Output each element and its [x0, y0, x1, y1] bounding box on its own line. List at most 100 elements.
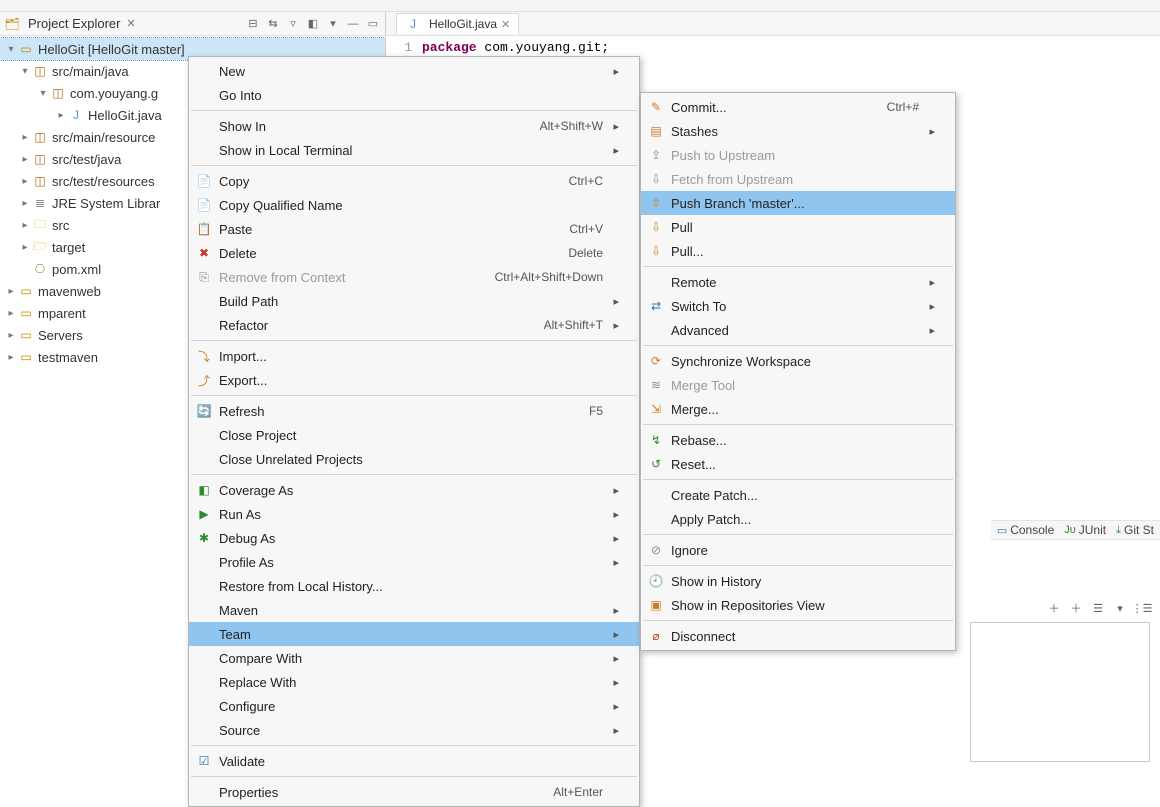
filter-icon[interactable]: ▿ [285, 16, 301, 32]
menu-item-refactor[interactable]: RefactorAlt+Shift+T▸ [189, 313, 639, 337]
tree-item-label: testmaven [38, 350, 98, 365]
chevron-right-icon[interactable]: ▸ [4, 286, 18, 297]
menu-item-go-into[interactable]: Go Into [189, 83, 639, 107]
menu-item-profile-as[interactable]: Profile As▸ [189, 550, 639, 574]
menu-item-disconnect[interactable]: ⌀Disconnect [641, 624, 955, 648]
menu-item-synchronize-workspace[interactable]: ⟳Synchronize Workspace [641, 349, 955, 373]
menu-item-create-patch[interactable]: Create Patch... [641, 483, 955, 507]
chevron-right-icon[interactable]: ▸ [4, 352, 18, 363]
collapse-all-icon[interactable]: ⊟ [245, 16, 261, 32]
list-icon[interactable]: ☰ [1090, 600, 1106, 616]
menu-item-delete[interactable]: ✖DeleteDelete [189, 241, 639, 265]
add2-icon[interactable]: ＋ [1068, 600, 1084, 616]
chevron-down-icon[interactable]: ▾ [36, 88, 50, 99]
menu-item-copy[interactable]: 📄CopyCtrl+C [189, 169, 639, 193]
blank-icon [195, 427, 213, 443]
chevron-right-icon[interactable]: ▸ [54, 110, 68, 121]
chevron-right-icon[interactable]: ▸ [18, 176, 32, 187]
tab-junit[interactable]: Jᴜ JUnit [1064, 523, 1106, 537]
view-menu-icon[interactable]: ▾ [325, 16, 341, 32]
menu-item-advanced[interactable]: Advanced▸ [641, 318, 955, 342]
menu-item-commit[interactable]: ✎Commit...Ctrl+# [641, 95, 955, 119]
close-icon[interactable]: ✕ [126, 17, 135, 30]
chevron-right-icon[interactable]: ▸ [18, 154, 32, 165]
menu-item-show-in-local-terminal[interactable]: Show in Local Terminal▸ [189, 138, 639, 162]
menu-item-export[interactable]: ⤴Export... [189, 368, 639, 392]
menu-item-properties[interactable]: PropertiesAlt+Enter [189, 780, 639, 804]
menu-item-replace-with[interactable]: Replace With▸ [189, 670, 639, 694]
menu-item-label: Copy [219, 174, 563, 189]
menu-item-push-branch-master[interactable]: ⇧Push Branch 'master'... [641, 191, 955, 215]
menu-item-apply-patch[interactable]: Apply Patch... [641, 507, 955, 531]
menu-item-new[interactable]: New▸ [189, 59, 639, 83]
menu-item-maven[interactable]: Maven▸ [189, 598, 639, 622]
menu-item-close-project[interactable]: Close Project [189, 423, 639, 447]
menu-item-build-path[interactable]: Build Path▸ [189, 289, 639, 313]
chevron-right-icon[interactable]: ▸ [18, 220, 32, 231]
ignore-icon: ⊘ [647, 542, 665, 558]
close-icon[interactable]: ✕ [501, 18, 510, 31]
folder-icon: 🗀 [32, 217, 48, 233]
menu-item-refresh[interactable]: 🔄RefreshF5 [189, 399, 639, 423]
menu-item-copy-qualified-name[interactable]: 📄Copy Qualified Name [189, 193, 639, 217]
chevron-right-icon[interactable]: ▸ [18, 132, 32, 143]
menu-item-reset[interactable]: ↺Reset... [641, 452, 955, 476]
menu-item-team[interactable]: Team▸ [189, 622, 639, 646]
menu-item-label: Validate [219, 754, 603, 769]
menu-item-pull[interactable]: ⇩Pull [641, 215, 955, 239]
menu-item-accelerator: Alt+Shift+T [544, 318, 603, 332]
menu-item-import[interactable]: ⤵Import... [189, 344, 639, 368]
tree-item-label: JRE System Librar [52, 196, 160, 211]
tree-item-label: com.youyang.g [70, 86, 158, 101]
menu-item-validate[interactable]: ☑Validate [189, 749, 639, 773]
context-menu[interactable]: New▸Go Into Show InAlt+Shift+W▸Show in Lo… [188, 56, 640, 807]
coverage-icon: ◧ [195, 482, 213, 498]
menu-separator [191, 776, 637, 777]
team-submenu[interactable]: ✎Commit...Ctrl+#▤Stashes▸⇪Push to Upstre… [640, 92, 956, 651]
chevron-right-icon[interactable]: ▸ [18, 198, 32, 209]
add-icon[interactable]: ＋ [1046, 600, 1062, 616]
menu-item-label: Close Project [219, 428, 603, 443]
menu-item-ignore[interactable]: ⊘ Ignore [641, 538, 955, 562]
chevron-down-icon[interactable]: ▾ [4, 44, 18, 55]
menu-item-configure[interactable]: Configure▸ [189, 694, 639, 718]
menu-item-close-unrelated-projects[interactable]: Close Unrelated Projects [189, 447, 639, 471]
list2-icon[interactable]: ⋮☰ [1134, 600, 1150, 616]
submenu-arrow-icon: ▸ [609, 65, 619, 78]
menu-item-show-in-history[interactable]: 🕘Show in History [641, 569, 955, 593]
menu-item-stashes[interactable]: ▤Stashes▸ [641, 119, 955, 143]
chevron-right-icon[interactable]: ▸ [4, 330, 18, 341]
menu-item-compare-with[interactable]: Compare With▸ [189, 646, 639, 670]
staging-panel[interactable] [970, 622, 1150, 762]
menu-item-source[interactable]: Source▸ [189, 718, 639, 742]
link-editor-icon[interactable]: ⇆ [265, 16, 281, 32]
chevron-down-icon[interactable]: ▾ [18, 66, 32, 77]
project-explorer-tab[interactable]: 🗂 Project Explorer ✕ [4, 16, 142, 32]
menu-item-rebase[interactable]: ↯Rebase... [641, 428, 955, 452]
menu-item-run-as[interactable]: ▶Run As▸ [189, 502, 639, 526]
menu-item-debug-as[interactable]: ✱Debug As▸ [189, 526, 639, 550]
editor-body[interactable]: 1 package com.youyang.git; [386, 36, 1160, 55]
menu-item-paste[interactable]: 📋PasteCtrl+V [189, 217, 639, 241]
menu-item-show-in[interactable]: Show InAlt+Shift+W▸ [189, 114, 639, 138]
focus-icon[interactable]: ◧ [305, 16, 321, 32]
dropdown-icon[interactable]: ▾ [1112, 600, 1128, 616]
copy-icon: 📄 [195, 197, 213, 213]
minimize-icon[interactable]: — [345, 16, 361, 32]
menu-item-pull[interactable]: ⇩Pull... [641, 239, 955, 263]
maximize-icon[interactable]: ▭ [365, 16, 381, 32]
menu-item-restore-from-local-history[interactable]: Restore from Local History... [189, 574, 639, 598]
chevron-right-icon[interactable]: ▸ [18, 242, 32, 253]
menu-item-show-in-repositories-view[interactable]: ▣Show in Repositories View [641, 593, 955, 617]
menu-item-merge[interactable]: ⇲Merge... [641, 397, 955, 421]
chevron-right-icon[interactable]: ▸ [4, 308, 18, 319]
tab-console[interactable]: ▭ Console [997, 523, 1054, 537]
menu-item-label: Ignore [671, 543, 919, 558]
editor-tab-hellogit[interactable]: J HelloGit.java ✕ [396, 13, 519, 34]
menu-item-remote[interactable]: Remote▸ [641, 270, 955, 294]
blank-icon [195, 650, 213, 666]
code-line-1: 1 package com.youyang.git; [386, 40, 1160, 55]
menu-item-coverage-as[interactable]: ◧Coverage As▸ [189, 478, 639, 502]
menu-item-switch-to[interactable]: ⇄Switch To▸ [641, 294, 955, 318]
tab-git-staging[interactable]: ⤓ Git St [1116, 523, 1154, 537]
